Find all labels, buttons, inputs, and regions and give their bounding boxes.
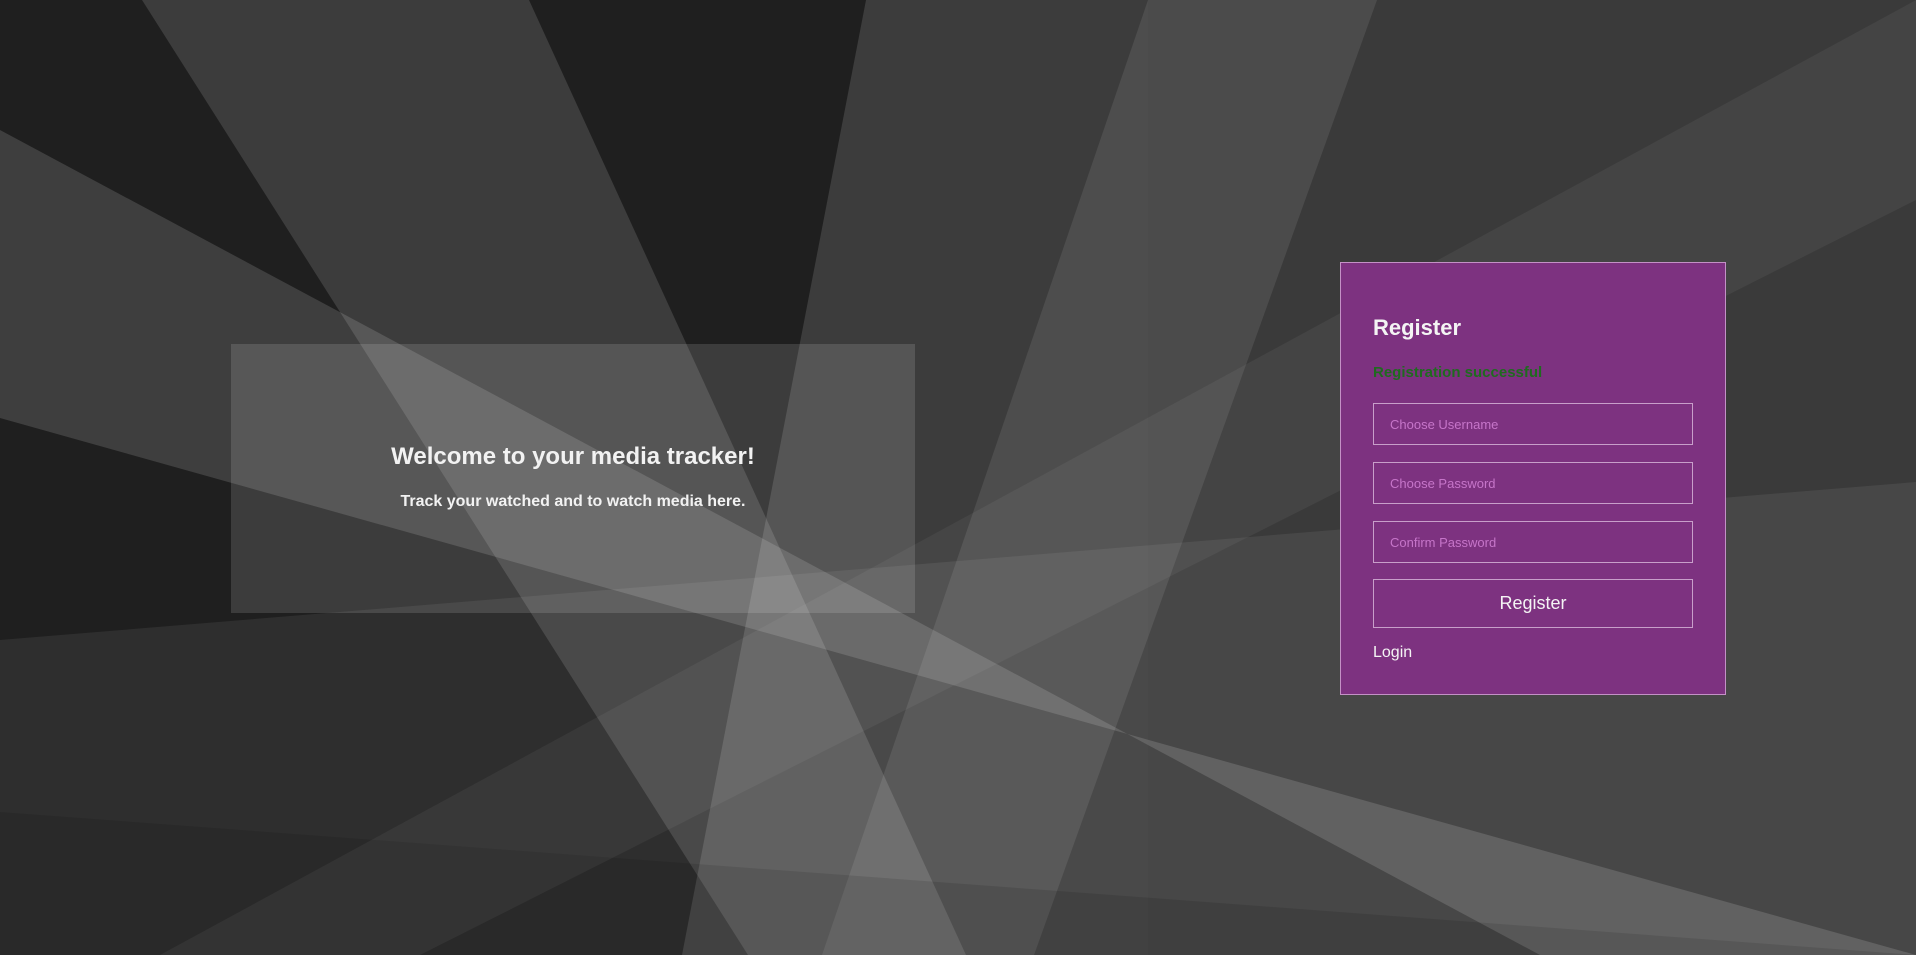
confirm-password-input[interactable] [1373, 521, 1693, 563]
welcome-panel: Welcome to your media tracker! Track you… [231, 344, 915, 613]
username-input[interactable] [1373, 403, 1693, 445]
welcome-subtitle: Track your watched and to watch media he… [400, 493, 746, 510]
welcome-title: Welcome to your media tracker! [391, 443, 755, 470]
success-message: Registration successful [1373, 364, 1543, 381]
register-button[interactable]: Register [1373, 579, 1693, 628]
register-title: Register [1373, 315, 1462, 340]
password-input[interactable] [1373, 462, 1693, 504]
login-link[interactable]: Login [1373, 644, 1412, 662]
register-card: Register Registration successful Registe… [1340, 262, 1726, 695]
